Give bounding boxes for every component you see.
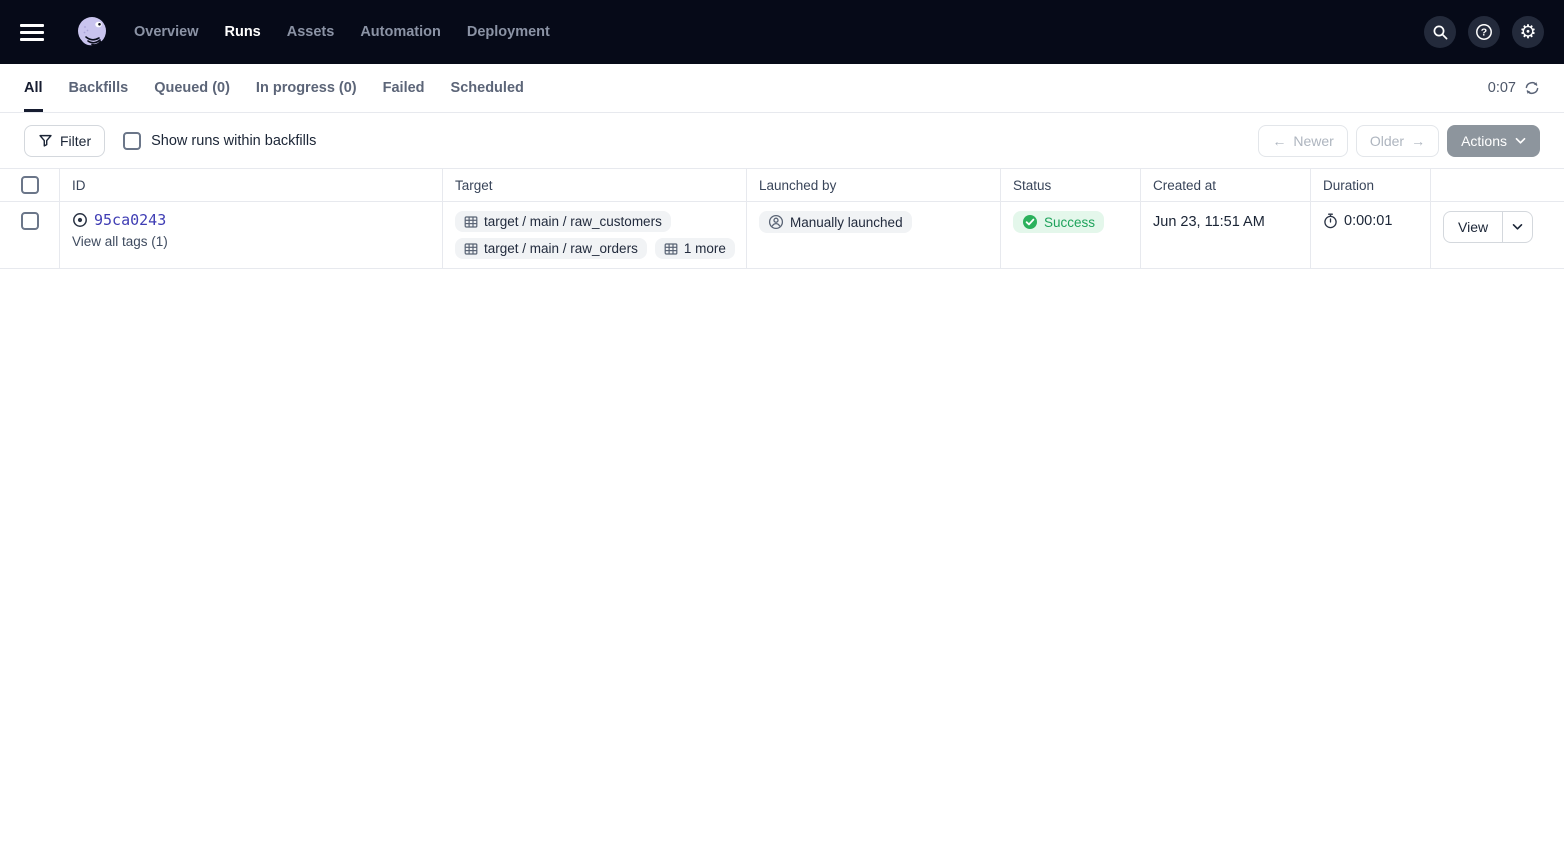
col-header-target: Target — [443, 169, 747, 201]
target-chip[interactable]: target / main / raw_orders — [455, 238, 647, 259]
search-icon[interactable] — [1424, 16, 1456, 48]
refresh-countdown: 0:07 — [1488, 80, 1516, 96]
timer-icon — [1323, 213, 1338, 229]
nav-deployment[interactable]: Deployment — [467, 24, 550, 40]
app-header: Overview Runs Assets Automation Deployme… — [0, 0, 1564, 64]
actions-button[interactable]: Actions — [1447, 125, 1540, 157]
tab-in-progress[interactable]: In progress (0) — [256, 64, 357, 112]
nav-automation[interactable]: Automation — [360, 24, 441, 40]
nav-runs[interactable]: Runs — [225, 24, 261, 40]
col-header-actions — [1431, 169, 1564, 201]
duration-value: 0:00:01 — [1344, 213, 1392, 229]
table-grid-icon — [464, 242, 478, 256]
nav-overview[interactable]: Overview — [134, 24, 199, 40]
user-icon — [768, 214, 784, 230]
view-button[interactable]: View — [1444, 212, 1502, 242]
table-grid-icon — [664, 242, 678, 256]
tab-queued[interactable]: Queued (0) — [154, 64, 230, 112]
tab-backfills[interactable]: Backfills — [69, 64, 129, 112]
check-circle-icon — [1022, 214, 1038, 230]
gear-icon[interactable]: ⚙ — [1512, 16, 1544, 48]
nav-assets[interactable]: Assets — [287, 24, 335, 40]
filter-funnel-icon — [38, 133, 53, 148]
table-row: 95ca0243 View all tags (1) — [0, 202, 1564, 269]
row-actions-cell: View — [1431, 202, 1564, 268]
header-icons: ? ⚙ — [1424, 16, 1544, 48]
runs-toolbar: Filter Show runs within backfills ← Newe… — [0, 113, 1564, 168]
col-header-launched-by: Launched by — [747, 169, 1001, 201]
created-at-cell: Jun 23, 11:51 AM — [1141, 202, 1311, 268]
show-backfills-checkbox[interactable] — [123, 132, 141, 150]
more-targets-chip[interactable]: 1 more — [655, 238, 735, 259]
runs-table: ID Target Launched by Status Created at … — [0, 168, 1564, 269]
target-chip-label: target / main / raw_customers — [484, 214, 662, 229]
table-body: 95ca0243 View all tags (1) — [0, 202, 1564, 269]
dagster-octopus-icon — [72, 12, 112, 52]
chevron-down-icon — [1512, 223, 1523, 231]
actions-label: Actions — [1461, 133, 1507, 149]
chevron-down-icon — [1515, 137, 1526, 145]
run-status-dot-icon — [72, 212, 88, 228]
newer-button[interactable]: ← Newer — [1258, 125, 1347, 157]
arrow-left-icon: ← — [1272, 133, 1286, 149]
filter-label: Filter — [60, 133, 91, 149]
svg-text:?: ? — [1481, 27, 1487, 39]
target-chip-label: target / main / raw_orders — [484, 241, 638, 256]
arrow-right-icon: → — [1411, 133, 1425, 149]
status-label: Success — [1044, 215, 1095, 230]
col-header-created-at: Created at — [1141, 169, 1311, 201]
filter-button[interactable]: Filter — [24, 125, 105, 157]
refresh-icon[interactable] — [1524, 80, 1540, 96]
run-id-cell: 95ca0243 View all tags (1) — [60, 202, 443, 268]
select-all-checkbox[interactable] — [21, 176, 39, 194]
view-all-tags-link[interactable]: View all tags (1) — [72, 234, 430, 249]
older-button[interactable]: Older → — [1356, 125, 1439, 157]
tab-all[interactable]: All — [24, 64, 43, 112]
more-targets-label: 1 more — [684, 241, 726, 256]
status-cell: Success — [1001, 202, 1141, 268]
show-backfills-label: Show runs within backfills — [151, 133, 316, 149]
launched-by-cell: Manually launched — [747, 202, 1001, 268]
duration-cell: 0:00:01 — [1311, 202, 1431, 268]
target-cell: target / main / raw_customers — [443, 202, 747, 268]
run-id-link[interactable]: 95ca0243 — [94, 211, 166, 229]
launched-by-label: Manually launched — [790, 215, 903, 230]
col-header-id: ID — [60, 169, 443, 201]
table-header: ID Target Launched by Status Created at … — [0, 169, 1564, 202]
launched-by-chip[interactable]: Manually launched — [759, 211, 912, 233]
tab-scheduled[interactable]: Scheduled — [451, 64, 524, 112]
col-header-status: Status — [1001, 169, 1141, 201]
main-nav: Overview Runs Assets Automation Deployme… — [134, 24, 550, 40]
view-split-button: View — [1443, 211, 1533, 243]
created-at-value: Jun 23, 11:51 AM — [1153, 211, 1298, 230]
target-chip[interactable]: target / main / raw_customers — [455, 211, 671, 232]
dagster-logo[interactable] — [72, 12, 112, 52]
newer-label: Newer — [1293, 133, 1333, 149]
table-grid-icon — [464, 215, 478, 229]
help-icon[interactable]: ? — [1468, 16, 1500, 48]
row-checkbox[interactable] — [21, 212, 39, 230]
show-backfills-toggle[interactable]: Show runs within backfills — [123, 132, 316, 150]
col-header-duration: Duration — [1311, 169, 1431, 201]
older-label: Older — [1370, 133, 1404, 149]
status-badge[interactable]: Success — [1013, 211, 1104, 233]
view-dropdown-button[interactable] — [1502, 212, 1532, 242]
hamburger-menu-icon[interactable] — [20, 20, 48, 44]
tab-failed[interactable]: Failed — [383, 64, 425, 112]
runs-tab-bar: All Backfills Queued (0) In progress (0)… — [0, 64, 1564, 113]
